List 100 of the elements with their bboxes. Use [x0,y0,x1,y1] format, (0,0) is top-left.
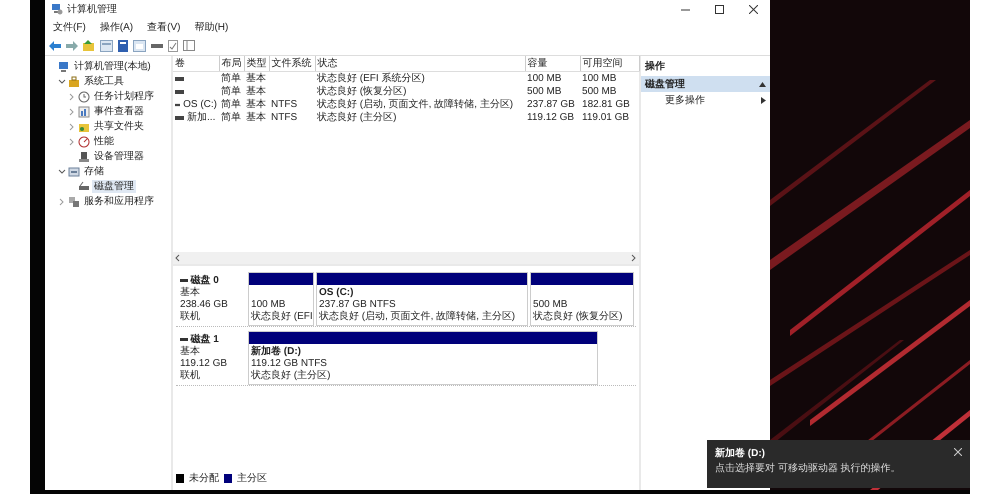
table-cell: 状态良好 (EFI 系统分区) [315,72,526,85]
table-cell-text: 119.01 GB [581,111,630,124]
column-header[interactable]: 布局 [219,56,244,72]
tree-item[interactable]: 设备管理器 [92,150,146,163]
partition-block[interactable]: 500 MB 状态良好 (恢复分区) [530,272,634,326]
panel-icon[interactable] [100,40,113,52]
disk-detail: 联机 [180,370,202,382]
tree-item[interactable]: 任务计划程序 [92,90,156,103]
column-header[interactable]: 文件系统 [269,56,316,72]
volume-icon [175,102,180,106]
expanded-chevron-icon[interactable] [58,78,66,84]
device-icon [78,150,90,162]
table-cell-text: 基本 [245,111,268,124]
disk-name: 磁盘 0 [190,275,219,286]
table-cell-text: NTFS [270,111,298,124]
menu-item[interactable]: 帮助(H) [194,20,228,34]
disk-detail: 238.46 GB [180,299,229,310]
table-cell-text: 500 MB [581,85,618,98]
toast-message: 点击选择要对 可移动驱动器 执行的操作。 [715,462,902,476]
table-cell: 基本 [244,72,270,85]
event-log-icon [78,106,90,118]
column-header[interactable]: 状态 [315,56,526,72]
column-header[interactable]: 容量 [525,56,580,72]
partition-status: 状态良好 (启动, 页面文件, 故障转储, 主分区) [319,311,516,323]
table-cell-text: 237.87 GB [526,98,576,111]
disk-info-panel[interactable]: 磁盘 1 基本 119.12 GB 联机 [176,331,248,385]
partition-status: 状态良好 (EFI [251,311,312,323]
partition-block[interactable]: OS (C:) 237.87 GB NTFS 状态良好 (启动, 页面文件, 故障转储, 主分区) [316,272,528,326]
computer-management-icon [51,3,63,15]
collapsed-chevron-icon[interactable] [68,122,74,130]
partition-status: 状态良好 (主分区) [251,370,332,382]
table-cell: OS (C:) [183,98,218,111]
table-cell: 100 MB [525,72,580,85]
table-cell-text: 简单 [220,98,242,111]
table-cell-text: NTFS [270,98,298,111]
actions-header: 操作 [644,60,666,74]
computer-icon [58,60,70,72]
tree-item[interactable]: 磁盘管理 [92,180,136,193]
table-cell-text: 状态良好 (恢复分区) [316,85,408,98]
help-panel-icon[interactable] [133,40,146,52]
maximize-icon[interactable] [714,4,724,14]
clock-icon [78,90,90,102]
notification-toast[interactable]: 新加卷 (D:) 点击选择要对 可移动驱动器 执行的操作。 [707,440,970,488]
forward-arrow-icon[interactable] [66,40,78,50]
partition-block[interactable]: 100 MB 状态良好 (EFI [248,272,314,326]
disk-detail: 联机 [180,311,202,323]
back-arrow-icon[interactable] [49,40,61,50]
table-cell-text: 状态良好 (启动, 页面文件, 故障转储, 主分区) [316,98,514,111]
table-cell-text: 119.12 GB [526,111,576,124]
tree-item[interactable]: 计算机管理(本地) [72,60,153,73]
folder-up-icon[interactable] [83,40,95,52]
services-icon [68,196,80,208]
toast-title: 新加卷 (D:) [715,446,765,461]
submenu-arrow-icon [761,96,766,104]
tree-item[interactable]: 性能 [92,135,116,148]
window-icon[interactable] [183,40,195,51]
disk-detail: 基本 [180,287,202,299]
tree-item[interactable]: 存储 [82,165,106,178]
partition-status: 状态良好 (恢复分区) [533,311,624,323]
table-cell-text: 基本 [245,98,268,111]
properties-icon[interactable] [118,40,128,52]
column-header[interactable]: 可用空间 [580,56,640,72]
tree-item[interactable]: 共享文件夹 [92,120,146,133]
column-header[interactable]: 卷 [173,56,220,72]
collapsed-chevron-icon[interactable] [58,198,64,206]
tree-item[interactable]: 系统工具 [82,75,126,88]
legend-label: 未分配 [189,472,220,486]
partition-size: 119.12 GB NTFS [251,358,328,370]
partition-size: 237.87 GB NTFS [319,299,397,310]
menu-item[interactable]: 文件(F) [53,20,86,34]
table-cell-text: 状态良好 (主分区) [316,111,398,124]
horizontal-scrollbar[interactable] [173,252,640,264]
table-cell-text: 500 MB [526,85,562,98]
table-cell-text: 简单 [220,111,242,124]
collapsed-chevron-icon[interactable] [68,138,74,146]
menu-item[interactable]: 操作(A) [100,20,134,34]
table-cell: 简单 [219,72,244,85]
partition-title: 新加卷 (D:) [251,346,302,358]
action-item[interactable]: 更多操作 [641,92,770,108]
collapse-arrow-icon [759,82,766,86]
tree-item[interactable]: 服务和应用程序 [82,195,156,208]
gauge-icon [78,136,90,148]
check-page-icon[interactable] [168,40,178,52]
disk-name: 磁盘 1 [190,334,219,346]
disk-management-icon [78,180,90,192]
collapsed-chevron-icon[interactable] [68,108,74,116]
partition-block[interactable]: 新加卷 (D:) 119.12 GB NTFS 状态良好 (主分区) [248,331,598,385]
column-header[interactable]: 类型 [244,56,270,72]
tree-item[interactable]: 事件查看器 [92,105,146,118]
close-icon[interactable] [748,4,758,14]
menu-item[interactable]: 查看(V) [147,20,180,34]
toolbox-icon [68,76,80,88]
disk-info-panel[interactable]: 磁盘 0 基本 238.46 GB 联机 [176,272,248,326]
partition-size: 100 MB [251,299,286,310]
action-item[interactable]: 磁盘管理 [641,76,770,92]
legend-label: 主分区 [237,472,268,486]
window-title: 计算机管理 [67,2,117,16]
table-cell: 新加... [187,111,216,124]
expanded-chevron-icon[interactable] [58,168,66,174]
collapsed-chevron-icon[interactable] [68,92,74,100]
